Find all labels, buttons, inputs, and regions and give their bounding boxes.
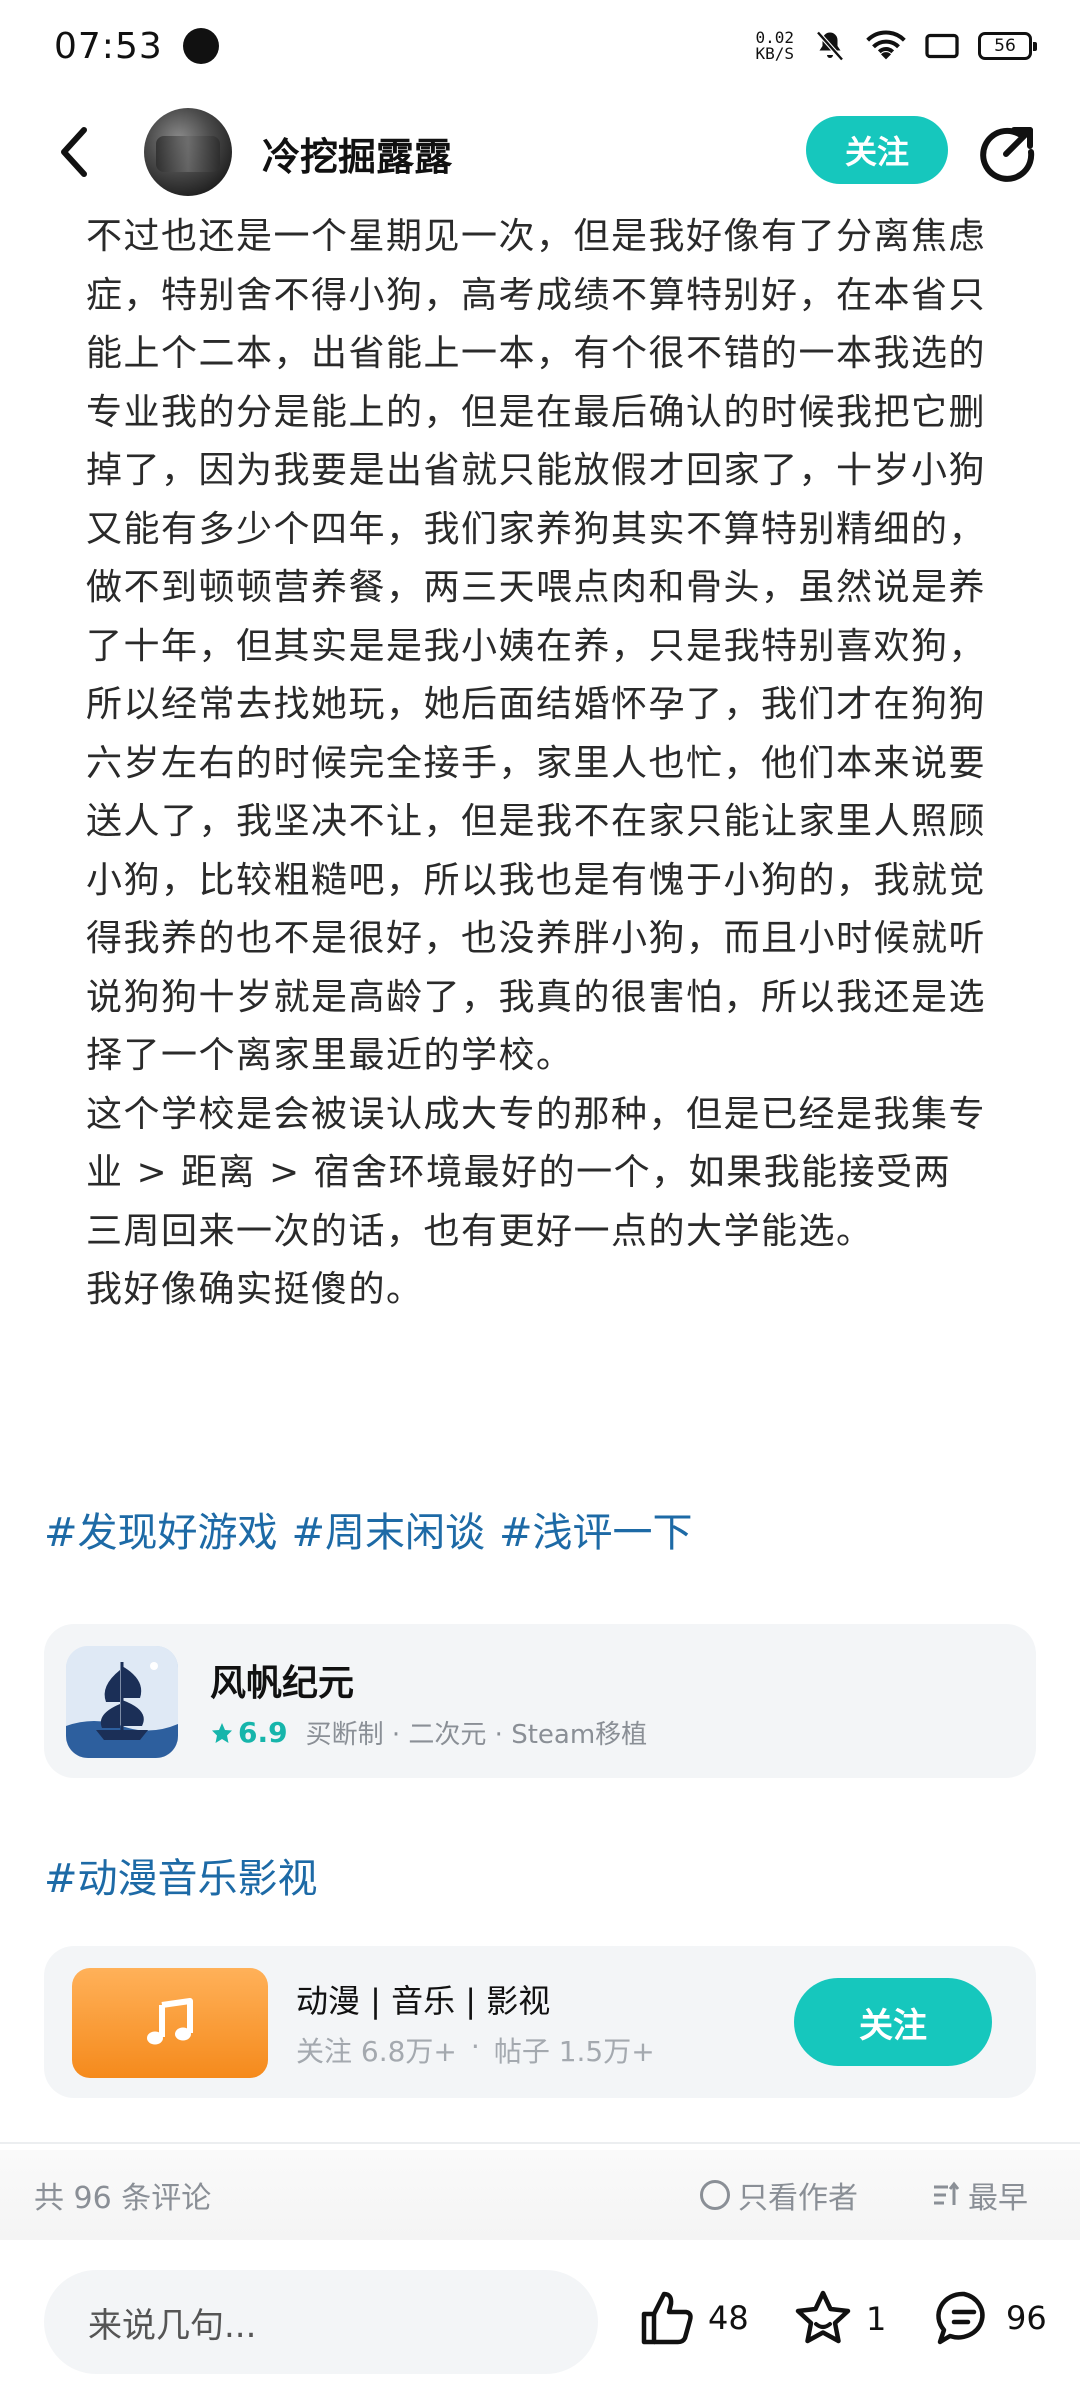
share-button[interactable]: [976, 120, 1040, 184]
follow-author-button[interactable]: 关注: [806, 116, 948, 184]
sort-label: 最早: [968, 2181, 1028, 2216]
post-paragraph: 这个学校是会被误认成大专的那种，但是已经是我集专业 > 距离 > 宿舍环境最好的…: [86, 1093, 987, 1252]
comments-header: 共 96 条评论 只看作者 最早: [0, 2150, 1080, 2240]
like-count: 48: [708, 2299, 749, 2337]
tag-link[interactable]: #浅评一下: [499, 1500, 693, 1558]
music-note-icon: [147, 1998, 193, 2045]
notification-dot-icon: [182, 28, 219, 64]
wifi-icon: [866, 30, 906, 60]
comment-count: 共 96 条评论: [34, 2181, 212, 2216]
network-speed-unit: KB/S: [755, 44, 794, 63]
section-divider: [0, 2142, 1080, 2144]
status-bar: 07:53 0.02 KB/S 56: [0, 0, 1080, 92]
topic-followers: 关注 6.8万+: [296, 2035, 457, 2068]
comment-input-placeholder: 来说几句...: [88, 2305, 257, 2346]
battery-level: 56: [994, 36, 1016, 56]
radio-icon: [700, 2180, 730, 2210]
author-only-toggle[interactable]: 只看作者: [700, 2173, 858, 2217]
screen-icon: [925, 33, 959, 59]
game-tags: 买断制 · 二次元 · Steam移植: [305, 1720, 648, 1750]
post-tags: #发现好游戏 #周末闲谈 #浅评一下: [44, 1500, 693, 1558]
post-paragraph: 我好像确实挺傻的。: [86, 1269, 424, 1310]
game-card[interactable]: 风帆纪元 6.9 买断制 · 二次元 · Steam移植: [44, 1624, 1036, 1778]
game-app-icon: [66, 1646, 178, 1758]
game-rating-value: 6.9: [238, 1716, 288, 1749]
author-only-label: 只看作者: [738, 2181, 858, 2216]
comment-button[interactable]: 96: [934, 2288, 1047, 2348]
tag-link[interactable]: #周末闲谈: [292, 1500, 486, 1558]
favorite-button[interactable]: 1: [792, 2288, 886, 2350]
sort-button[interactable]: 最早: [930, 2173, 1028, 2217]
topic-posts: 帖子 1.5万+: [493, 2035, 655, 2068]
star-outline-icon: [795, 2290, 851, 2344]
favorite-count: 1: [866, 2300, 887, 2338]
chevron-left-icon: [61, 127, 87, 177]
share-icon: [980, 127, 1035, 182]
thumbs-up-icon: [641, 2291, 693, 2345]
topic-title: 动漫 | 音乐 | 影视: [296, 1982, 551, 2020]
topic-stats: 关注 6.8万+ · 帖子 1.5万+: [296, 2030, 655, 2070]
status-time: 07:53: [54, 25, 163, 67]
follow-topic-button[interactable]: 关注: [794, 1978, 992, 2066]
post-header: 冷挖掘露露 关注: [0, 92, 1080, 212]
game-title: 风帆纪元: [210, 1663, 355, 1704]
comment-input[interactable]: 来说几句...: [44, 2270, 598, 2374]
topic-icon: [72, 1968, 268, 2078]
network-speed: 0.02 KB/S: [755, 30, 794, 62]
topic-tag-link[interactable]: #动漫音乐影视: [44, 1846, 318, 1904]
post-paragraph: 不过也还是一个星期见一次，但是我好像有了分离焦虑症，特别舍不得小狗，高考成绩不算…: [86, 216, 987, 1076]
author-avatar[interactable]: [144, 108, 232, 196]
comment-count-action: 96: [1006, 2299, 1047, 2337]
battery-icon: 56: [978, 32, 1037, 60]
mute-icon: [816, 31, 844, 61]
status-indicators: 0.02 KB/S 56: [755, 28, 1037, 64]
tag-link[interactable]: #发现好游戏: [44, 1500, 278, 1558]
topic-card[interactable]: 动漫 | 音乐 | 影视 关注 6.8万+ · 帖子 1.5万+ 关注: [44, 1946, 1036, 2098]
topic-stats-separator: ·: [470, 2030, 480, 2063]
post-body: 不过也还是一个星期见一次，但是我好像有了分离焦虑症，特别舍不得小狗，高考成绩不算…: [86, 208, 986, 1320]
game-rating: 6.9: [210, 1716, 288, 1749]
author-name[interactable]: 冷挖掘露露: [262, 126, 452, 181]
comment-icon: [936, 2291, 985, 2345]
like-button[interactable]: 48: [636, 2288, 749, 2348]
bottom-action-bar: 来说几句... 48 1 96: [0, 2240, 1080, 2400]
back-button[interactable]: [44, 120, 104, 184]
sailing-ship-icon: [66, 1646, 178, 1758]
game-meta: 6.9 买断制 · 二次元 · Steam移植: [210, 1714, 647, 1751]
star-icon: [212, 1722, 232, 1743]
sort-icon: [934, 2181, 960, 2205]
